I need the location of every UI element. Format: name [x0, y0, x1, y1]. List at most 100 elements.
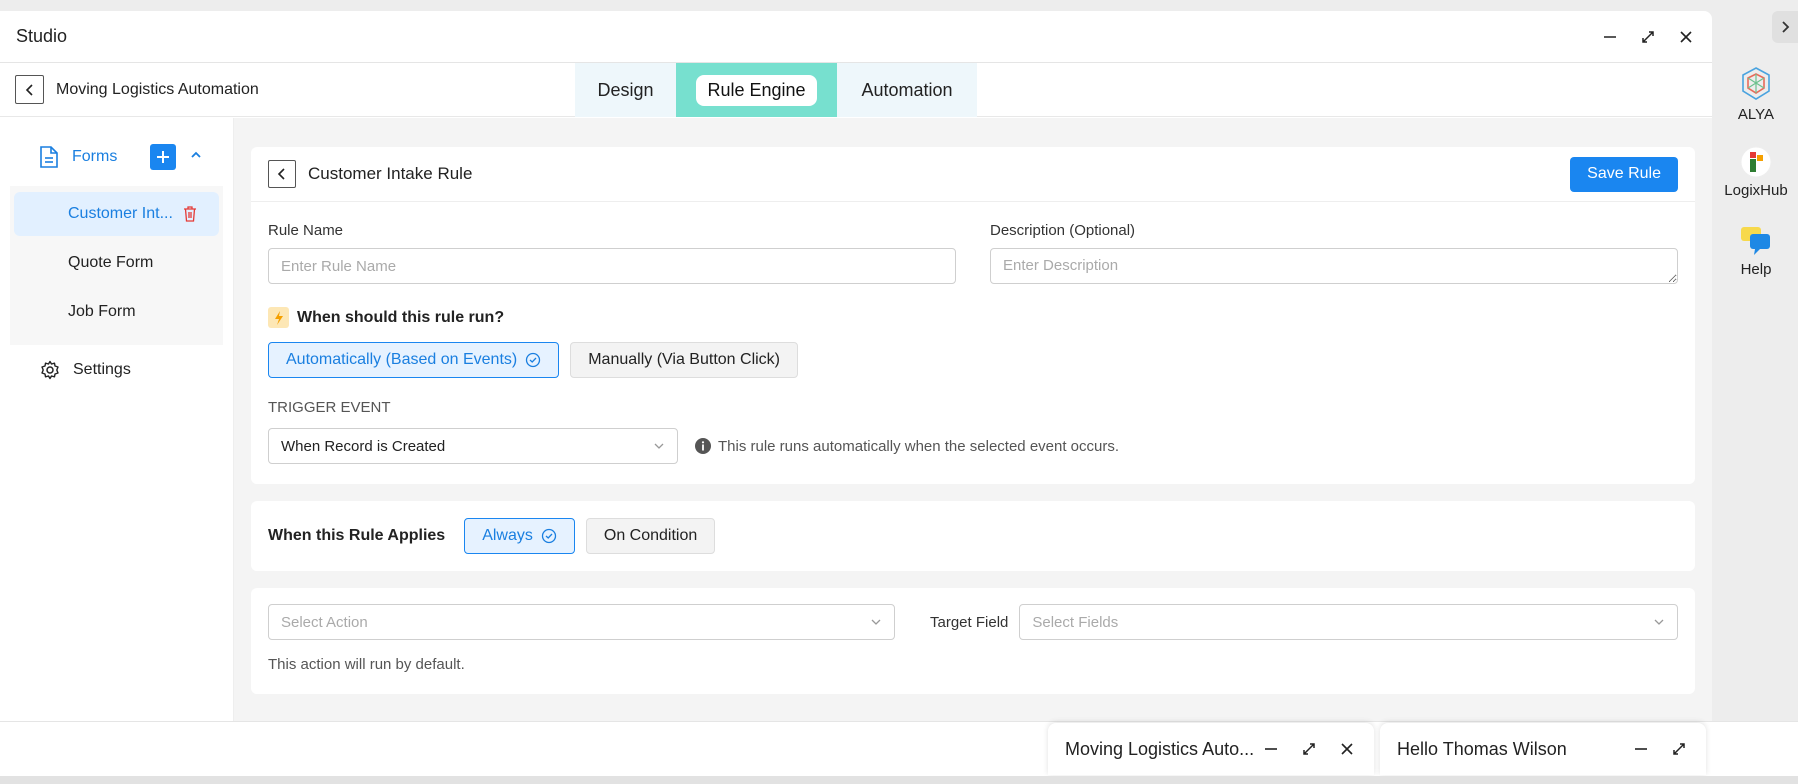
trigger-row: When Record is Created This rule runs au… — [251, 416, 1695, 464]
chevron-down-icon — [1653, 616, 1665, 628]
rule-name-field-group: Rule Name — [268, 222, 956, 289]
maximize-icon[interactable] — [1669, 739, 1689, 759]
run-manual-label: Manually (Via Button Click) — [588, 351, 780, 368]
sidebar-item-quote-form[interactable]: Quote Form — [14, 241, 219, 285]
rule-back-button[interactable] — [268, 160, 296, 188]
rule-title: Customer Intake Rule — [308, 164, 473, 183]
chevron-up-icon[interactable] — [190, 148, 202, 166]
dock-app-label: ALYA — [1737, 106, 1775, 123]
trigger-event-select[interactable]: When Record is Created — [268, 428, 678, 464]
window-title: Studio — [16, 26, 68, 46]
when-run-heading: When should this rule run? — [251, 289, 1695, 328]
applies-always-label: Always — [482, 527, 533, 544]
dock-app-label: Help — [1740, 261, 1772, 278]
check-circle-icon — [526, 352, 541, 368]
logixhub-logo-icon — [1740, 146, 1772, 178]
when-run-question: When should this rule run? — [297, 308, 505, 326]
studio-body: Forms Customer Int... Quote Form Job For… — [0, 118, 1712, 721]
chevron-left-icon — [277, 168, 285, 180]
save-rule-button[interactable]: Save Rule — [1570, 156, 1678, 192]
rule-editor: Customer Intake Rule Save Rule Rule Name… — [234, 118, 1712, 721]
minimize-icon[interactable] — [1261, 739, 1281, 759]
rule-fields: Rule Name Description (Optional) — [251, 202, 1695, 289]
maximize-icon[interactable] — [1299, 739, 1319, 759]
sidebar-item-label: Quote Form — [68, 254, 154, 271]
tab-rule-engine-label: Rule Engine — [696, 74, 817, 106]
sidebar-item-job-form[interactable]: Job Form — [14, 290, 219, 334]
target-field-label: Target Field — [930, 613, 1009, 631]
trash-icon[interactable] — [183, 206, 197, 222]
dock-app-alya[interactable]: ALYA — [1716, 66, 1796, 123]
plus-icon — [157, 151, 170, 163]
trigger-info: This rule runs automatically when the se… — [695, 438, 1119, 455]
taskbar-window-controls — [1261, 739, 1357, 759]
sidebar-item-customer-intake[interactable]: Customer Int... — [14, 192, 219, 236]
sidebar-forms-header[interactable]: Forms — [0, 128, 233, 186]
chevron-right-icon — [1782, 21, 1790, 33]
run-automatic-label: Automatically (Based on Events) — [286, 351, 518, 368]
run-mode-options: Automatically (Based on Events) Manually… — [251, 328, 1695, 378]
close-icon[interactable] — [1337, 739, 1357, 759]
applies-always-option[interactable]: Always — [464, 518, 575, 554]
add-form-button[interactable] — [150, 144, 177, 170]
rule-name-label: Rule Name — [268, 222, 344, 239]
sidebar-item-label: Customer Int... — [68, 205, 173, 222]
sidebar: Forms Customer Int... Quote Form Job For… — [0, 118, 234, 721]
run-automatic-option[interactable]: Automatically (Based on Events) — [268, 342, 560, 378]
action-row: Select Action Target Field Select Fields — [268, 604, 1678, 640]
rule-header: Customer Intake Rule Save Rule — [251, 147, 1695, 202]
dock-app-label: LogixHub — [1724, 182, 1788, 199]
studio-navbar: Moving Logistics Automation Design Rule … — [0, 63, 1712, 117]
dock-toggle-button[interactable] — [1772, 11, 1798, 43]
run-manual-option[interactable]: Manually (Via Button Click) — [570, 342, 798, 378]
taskbar-window-label: Hello Thomas Wilson — [1397, 738, 1567, 759]
chevron-left-icon — [25, 83, 33, 96]
target-field-placeholder: Select Fields — [1032, 613, 1119, 631]
sidebar-forms-label: Forms — [72, 148, 118, 165]
alya-logo-icon — [1742, 67, 1770, 100]
project-name: Moving Logistics Automation — [56, 80, 259, 98]
target-field-select[interactable]: Select Fields — [1019, 604, 1678, 640]
description-field-group: Description (Optional) — [990, 222, 1678, 289]
sidebar-item-label: Job Form — [68, 303, 136, 320]
studio-window: Studio Moving Logistics Automation Desig… — [0, 11, 1712, 721]
sidebar-item-settings[interactable]: Settings — [0, 345, 233, 395]
sidebar-settings-label: Settings — [73, 361, 131, 378]
lightning-icon — [268, 307, 289, 328]
dock-app-help[interactable]: Help — [1716, 225, 1796, 278]
document-icon — [40, 146, 58, 168]
studio-tabs: Design Rule Engine Automation — [575, 63, 977, 117]
taskbar-window-hello[interactable]: Hello Thomas Wilson — [1380, 723, 1706, 775]
bottom-strip — [0, 776, 1798, 784]
minimize-icon[interactable] — [1600, 27, 1620, 47]
tab-design[interactable]: Design — [575, 63, 676, 117]
taskbar-window-moving-logistics[interactable]: Moving Logistics Auto... — [1048, 723, 1374, 775]
trigger-info-text: This rule runs automatically when the se… — [718, 437, 1120, 455]
description-input[interactable] — [990, 248, 1678, 284]
tab-rule-engine[interactable]: Rule Engine — [676, 63, 837, 117]
back-button[interactable] — [15, 75, 44, 104]
gear-icon — [41, 360, 59, 380]
description-label: Description (Optional) — [990, 222, 1136, 239]
taskbar-window-label: Moving Logistics Auto... — [1065, 738, 1255, 759]
action-select-placeholder: Select Action — [281, 613, 368, 631]
rule-name-input[interactable] — [268, 248, 956, 284]
minimize-icon[interactable] — [1631, 739, 1651, 759]
applies-condition-label: On Condition — [603, 527, 698, 544]
chevron-down-icon — [870, 616, 882, 628]
taskbar-window-controls — [1631, 739, 1689, 759]
rule-details-card: Customer Intake Rule Save Rule Rule Name… — [251, 147, 1695, 484]
action-select[interactable]: Select Action — [268, 604, 895, 640]
window-controls — [1600, 27, 1696, 47]
forms-list: Customer Int... Quote Form Job Form — [10, 186, 223, 345]
applies-condition-option[interactable]: On Condition — [585, 518, 716, 554]
dock-app-logixhub[interactable]: LogixHub — [1716, 146, 1796, 199]
chat-bubbles-icon — [1741, 227, 1770, 255]
action-default-note: This action will run by default. — [268, 656, 465, 673]
tab-automation[interactable]: Automation — [837, 63, 977, 117]
maximize-icon[interactable] — [1638, 27, 1658, 47]
trigger-event-label: TRIGGER EVENT — [268, 399, 391, 416]
info-icon — [695, 438, 711, 454]
window-titlebar: Studio — [0, 11, 1712, 63]
close-icon[interactable] — [1676, 27, 1696, 47]
